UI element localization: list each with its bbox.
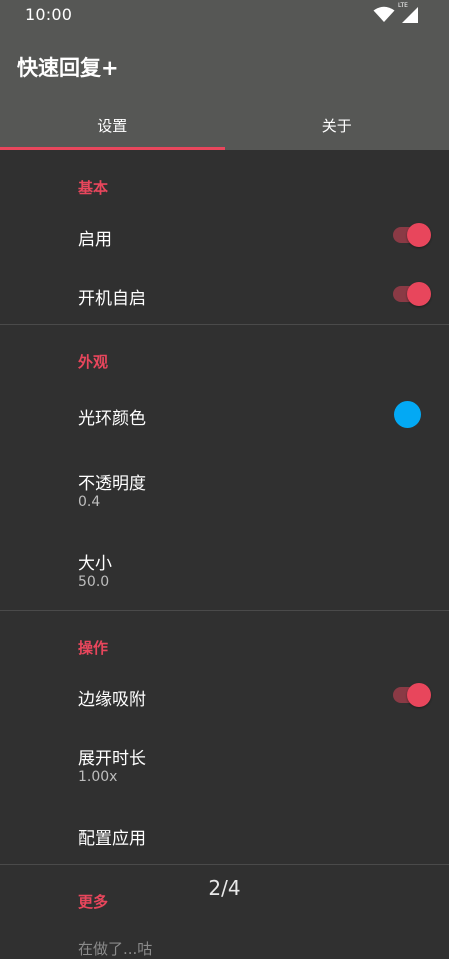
pref-size[interactable]: 大小 50.0 xyxy=(0,530,449,610)
network-type-label: LTE xyxy=(398,2,408,9)
section-header-operation: 操作 xyxy=(78,637,108,658)
tab-selected-indicator xyxy=(0,147,225,150)
tab-settings-label: 设置 xyxy=(97,115,127,136)
tab-about[interactable]: 关于 xyxy=(225,100,449,150)
more-teaser-text: 在做了...咕 xyxy=(78,938,152,959)
pref-opacity[interactable]: 不透明度 0.4 xyxy=(0,450,449,530)
pref-edge-snap-title: 边缘吸附 xyxy=(78,685,146,710)
pref-expand-duration[interactable]: 展开时长 1.00x xyxy=(0,726,449,806)
pref-enable-title: 启用 xyxy=(78,225,112,250)
autostart-switch[interactable] xyxy=(393,282,431,306)
pref-opacity-value: 0.4 xyxy=(78,494,100,510)
pref-configure-apps-title: 配置应用 xyxy=(78,824,146,849)
pref-expand-duration-value: 1.00x xyxy=(78,769,117,785)
halo-color-swatch[interactable] xyxy=(394,401,421,428)
pref-halo-color[interactable]: 光环颜色 xyxy=(0,380,449,450)
status-icons: LTE xyxy=(373,6,419,24)
wifi-icon xyxy=(373,6,395,24)
pref-opacity-title: 不透明度 xyxy=(78,469,146,494)
switch-thumb xyxy=(407,282,431,306)
pref-size-title: 大小 xyxy=(78,549,112,574)
switch-thumb xyxy=(407,223,431,247)
switch-thumb xyxy=(407,683,431,707)
pref-configure-apps[interactable]: 配置应用 xyxy=(0,806,449,866)
app-title: 快速回复+ xyxy=(17,52,119,82)
section-header-appearance: 外观 xyxy=(78,351,108,372)
status-bar: 10:00 LTE xyxy=(0,0,449,30)
pref-autostart-title: 开机自启 xyxy=(78,284,146,309)
status-time: 10:00 xyxy=(25,5,72,24)
edge-snap-switch[interactable] xyxy=(393,683,431,707)
section-divider xyxy=(0,864,449,865)
pref-expand-duration-title: 展开时长 xyxy=(78,744,146,769)
tab-bar: 设置 关于 xyxy=(0,100,449,150)
page-indicator: 2/4 xyxy=(0,876,449,900)
app-bar: 10:00 LTE 快速回复+ 设置 关于 xyxy=(0,0,449,150)
pref-autostart[interactable]: 开机自启 xyxy=(0,266,449,326)
pref-size-value: 50.0 xyxy=(78,574,109,590)
pref-halo-color-title: 光环颜色 xyxy=(78,404,146,429)
tab-about-label: 关于 xyxy=(322,115,352,136)
pref-edge-snap[interactable]: 边缘吸附 xyxy=(0,666,449,726)
tab-settings[interactable]: 设置 xyxy=(0,100,225,150)
section-divider xyxy=(0,610,449,611)
pref-enable[interactable]: 启用 xyxy=(0,206,449,266)
section-header-basic: 基本 xyxy=(78,177,108,198)
section-divider xyxy=(0,324,449,325)
cell-signal-icon: LTE xyxy=(401,6,419,24)
enable-switch[interactable] xyxy=(393,223,431,247)
